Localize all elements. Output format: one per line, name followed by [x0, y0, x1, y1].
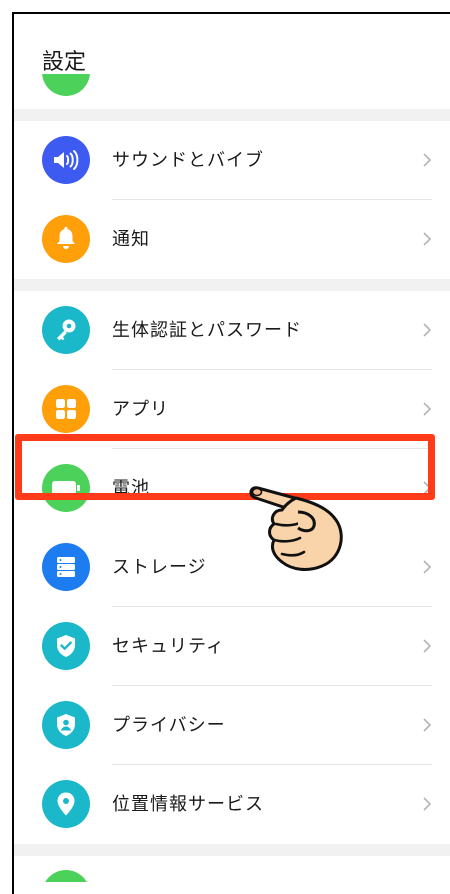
- settings-item-sound[interactable]: サウンドとバイブ: [14, 121, 450, 200]
- settings-item-label: サウンドとバイブ: [112, 150, 264, 171]
- chevron-right-icon: [423, 153, 432, 167]
- partial-top-icon: [42, 74, 90, 96]
- chevron-right-icon: [423, 639, 432, 653]
- settings-item-security[interactable]: セキュリティ: [14, 607, 450, 686]
- section-separator: [14, 844, 450, 856]
- chevron-right-icon: [423, 797, 432, 811]
- settings-item-label: プライバシー: [112, 715, 226, 736]
- pointing-hand-icon: [249, 486, 343, 571]
- bell-icon: [42, 215, 90, 263]
- privacy-shield-icon: [42, 701, 90, 749]
- settings-item-biometrics[interactable]: 生体認証とパスワード: [14, 291, 450, 370]
- highlight-box: [15, 434, 435, 500]
- chevron-right-icon: [423, 560, 432, 574]
- apps-grid-icon: [42, 385, 90, 433]
- settings-item-location[interactable]: 位置情報サービス: [14, 765, 450, 844]
- speaker-icon: [42, 136, 90, 184]
- settings-item-label: 通知: [112, 229, 150, 250]
- page-title: 設定: [42, 50, 87, 75]
- settings-item-label: 位置情報サービス: [112, 794, 264, 815]
- settings-item-label: セキュリティ: [112, 636, 225, 657]
- chevron-right-icon: [423, 718, 432, 732]
- settings-item-privacy[interactable]: プライバシー: [14, 686, 450, 765]
- settings-item-notifications[interactable]: 通知: [14, 200, 450, 279]
- location-pin-icon: [42, 780, 90, 828]
- chevron-right-icon: [423, 323, 432, 337]
- settings-item-label: ストレージ: [112, 557, 207, 578]
- settings-item-storage[interactable]: ストレージ: [14, 528, 450, 607]
- shield-check-icon: [42, 622, 90, 670]
- partial-bottom-icon: [42, 870, 90, 882]
- chevron-right-icon: [423, 232, 432, 246]
- section-separator: [14, 109, 450, 121]
- section-separator: [14, 279, 450, 291]
- settings-item-label: 生体認証とパスワード: [112, 320, 302, 341]
- chevron-right-icon: [423, 402, 432, 416]
- key-icon: [42, 306, 90, 354]
- storage-icon: [42, 543, 90, 591]
